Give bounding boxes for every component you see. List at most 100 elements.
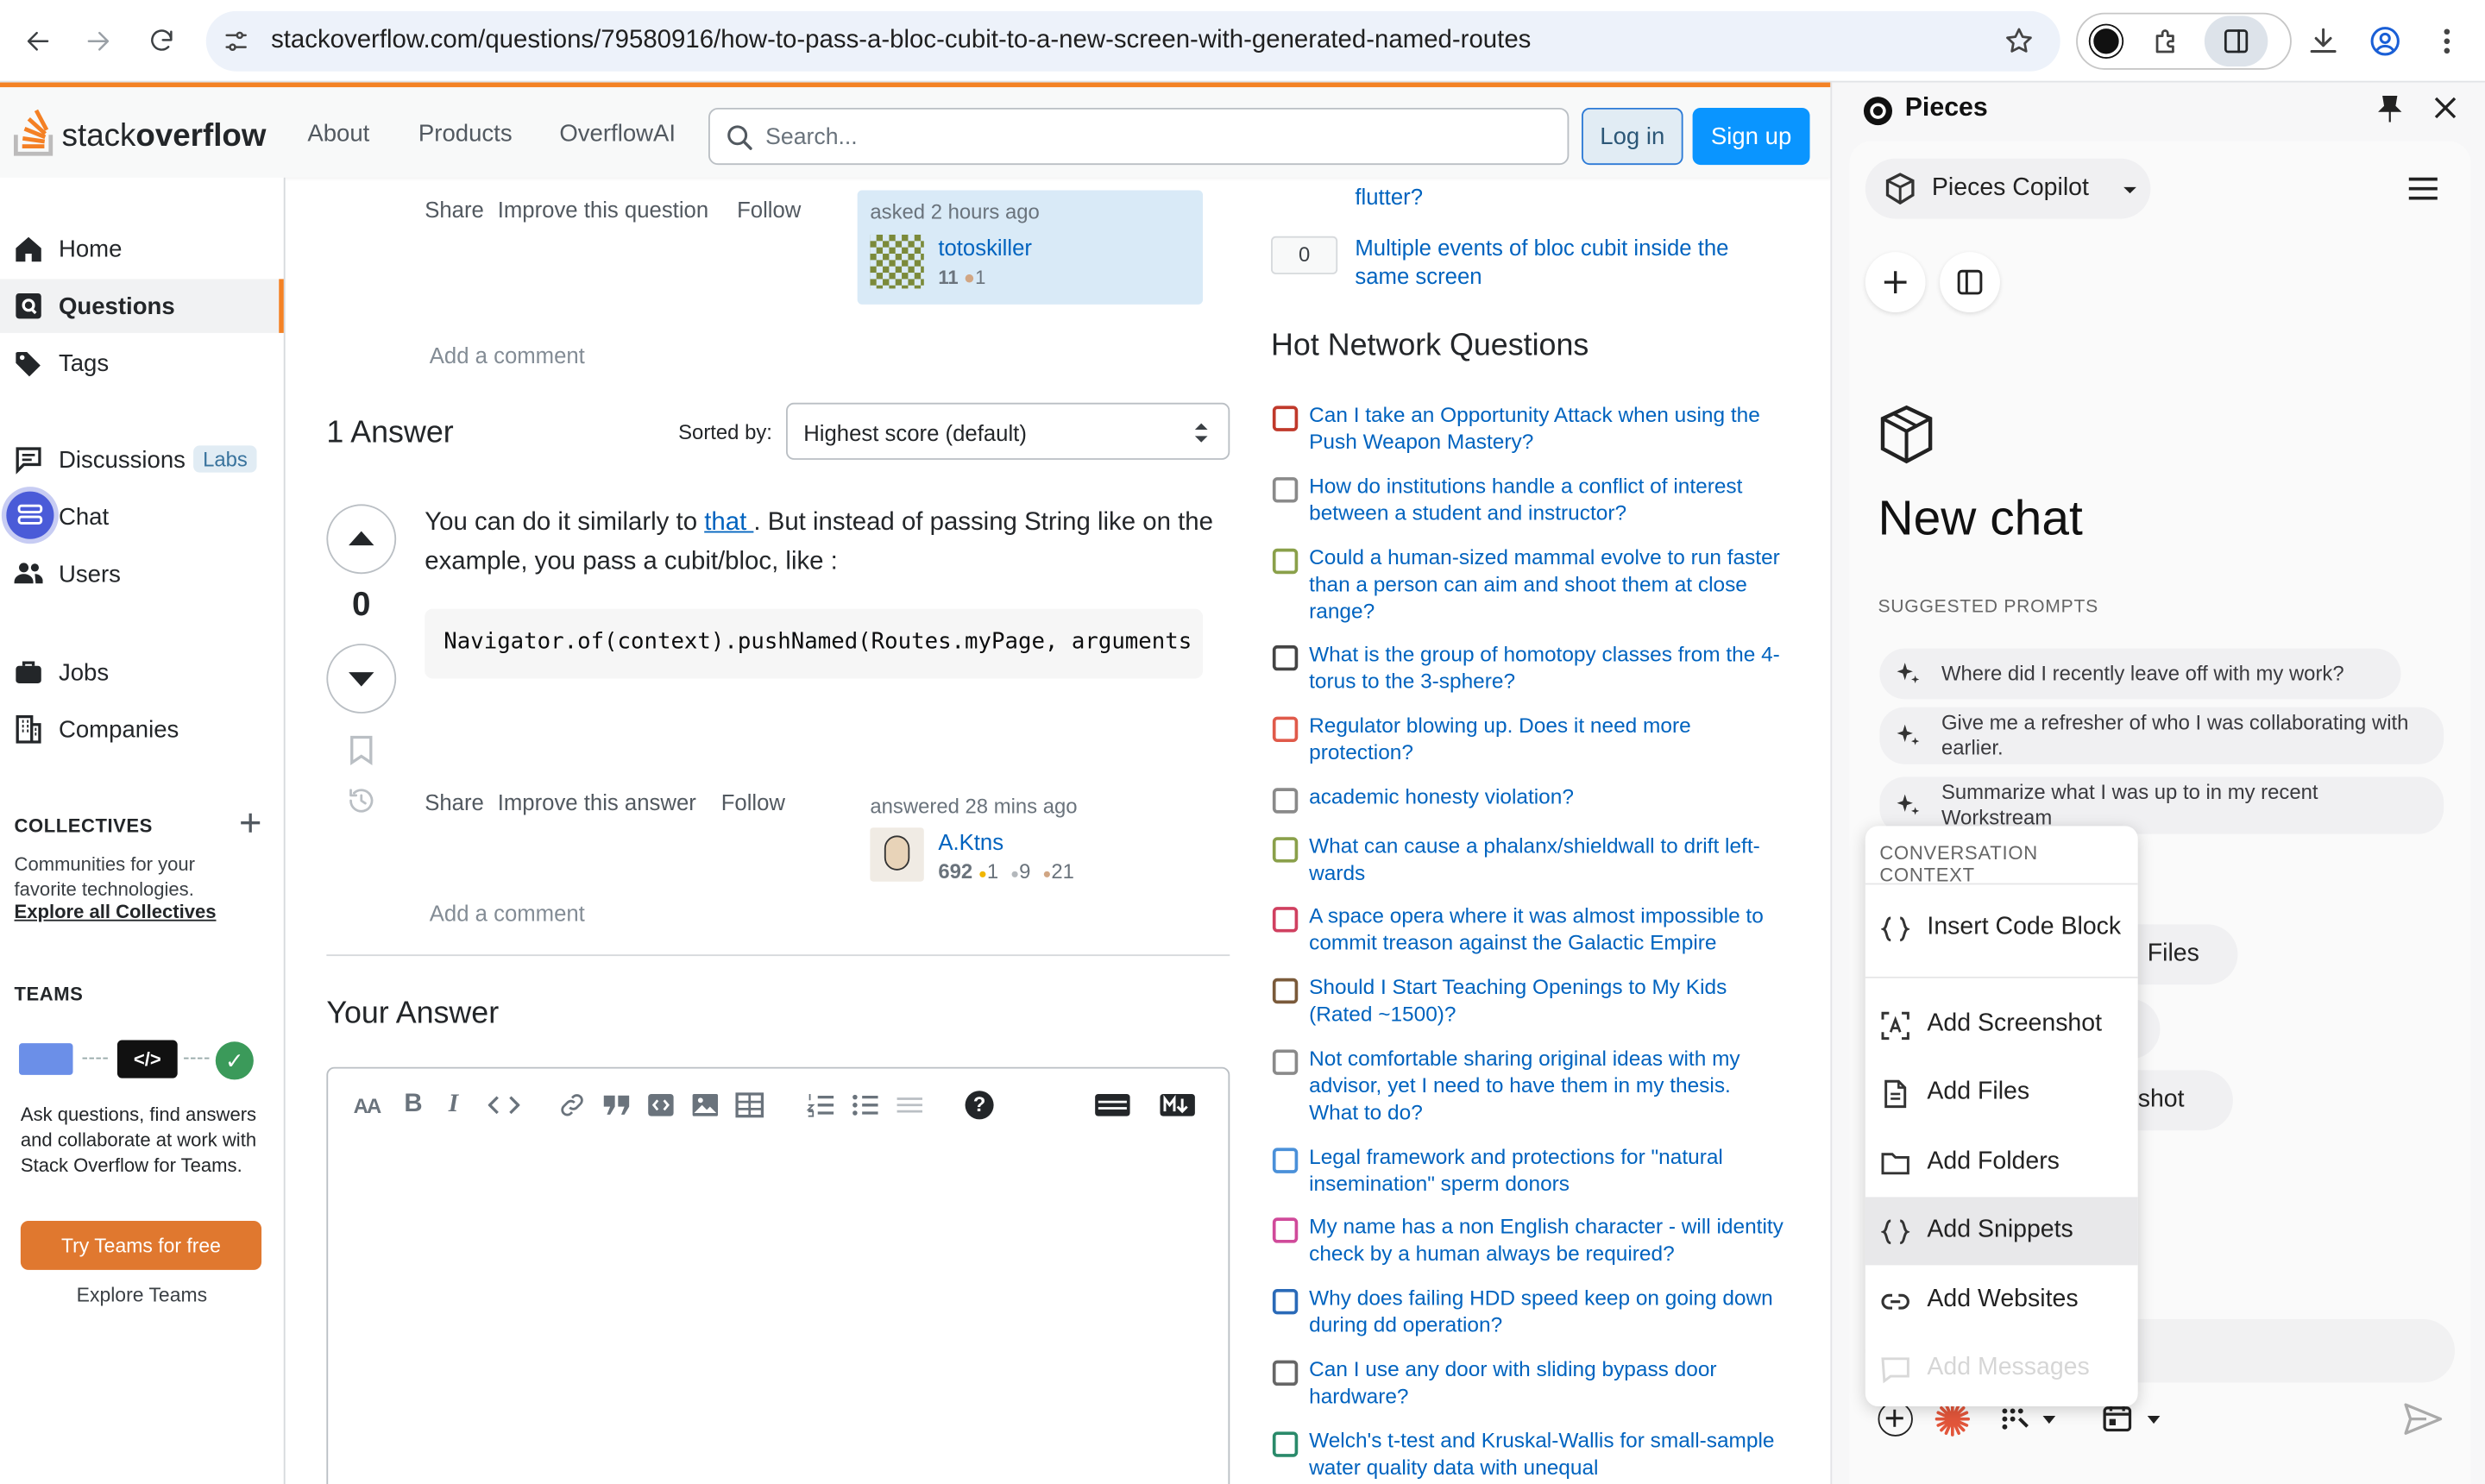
add-collective-plus-icon[interactable] [238,810,263,835]
hot-network-question-link[interactable]: Should I Start Teaching Openings to My K… [1309,973,1784,1027]
code-tool-icon[interactable] [488,1092,520,1117]
address-bar[interactable]: stackoverflow.com/questions/79580916/how… [205,10,2060,72]
site-settings-icon[interactable] [222,27,250,55]
time-range-toggle[interactable] [2103,1403,2166,1435]
heading-tool-icon[interactable]: AA [354,1094,382,1118]
upvote-button[interactable] [326,504,397,575]
italic-tool-icon[interactable]: I [449,1091,458,1119]
code-snippet-tool-icon[interactable] [646,1092,675,1117]
hot-network-question-link[interactable]: Not comfortable sharing original ideas w… [1309,1045,1784,1126]
browser-menu-icon[interactable] [2431,24,2463,59]
image-tool-icon[interactable] [691,1092,720,1117]
follow-answer-link[interactable]: Follow [721,789,785,814]
llm-burst-icon[interactable] [1935,1401,1971,1437]
send-icon[interactable] [2404,1403,2443,1435]
answerer-name[interactable]: A.Ktns [938,829,1003,854]
login-button[interactable]: Log in [1582,107,1683,166]
hot-network-question-link[interactable]: Legal framework and protections for "nat… [1309,1143,1784,1197]
sidebar-item-discussions[interactable]: Discussions Labs [0,433,284,487]
hot-network-question-link[interactable]: Can I use any door with sliding bypass d… [1309,1355,1784,1409]
profile-avatar-icon[interactable] [2368,24,2402,59]
help-icon[interactable]: ? [965,1091,994,1120]
table-tool-icon[interactable] [735,1092,764,1118]
nav-overflowai[interactable]: OverflowAI [559,121,676,148]
model-selector[interactable]: Pieces Copilot [1865,158,2151,219]
hamburger-menu-icon[interactable] [2407,176,2439,201]
stackoverflow-logo[interactable]: stackoverflow [13,103,267,160]
hot-network-question-link[interactable]: A space opera where it was almost imposs… [1309,902,1784,956]
menu-add-files[interactable]: Add Files [1865,1060,2138,1128]
nav-about[interactable]: About [307,121,369,148]
sidebar-item-users[interactable]: Users [0,547,284,601]
share-answer-link[interactable]: Share [425,789,484,814]
markdown-toggle-icon[interactable] [1159,1092,1197,1117]
hot-network-question-link[interactable]: What is the group of homotopy classes fr… [1309,640,1784,694]
try-teams-button[interactable]: Try Teams for free [20,1220,262,1270]
sidebar-item-home[interactable]: Home [0,222,284,275]
downvote-button[interactable] [326,644,397,714]
ltm-toggle[interactable] [2002,1403,2062,1435]
nav-products[interactable]: Products [418,121,513,148]
ordered-list-tool-icon[interactable] [806,1092,835,1117]
answer-link[interactable]: that [704,509,753,536]
improve-answer-link[interactable]: Improve this answer [498,789,696,814]
code-block[interactable]: Navigator.of(context).pushNamed(Routes.m… [425,608,1204,679]
follow-question-link[interactable]: Follow [737,197,801,222]
related-question-partial[interactable]: flutter? [1355,184,1423,209]
history-icon[interactable] [345,785,377,817]
sort-select[interactable]: Highest score (default) [786,402,1230,460]
side-panel-button[interactable] [2204,16,2268,67]
hot-network-question-link[interactable]: academic honesty violation? [1309,783,1784,810]
hot-network-question-link[interactable]: Regulator blowing up. Does it need more … [1309,712,1784,765]
suggested-prompt-1[interactable]: Where did I recently leave off with my w… [1879,648,2401,700]
menu-add-messages[interactable]: Add Messages [1865,1335,2138,1403]
improve-question-link[interactable]: Improve this question [498,197,708,222]
sidebar-item-jobs[interactable]: Jobs [0,645,284,699]
close-panel-icon[interactable] [2434,97,2457,119]
sidebar-item-chat[interactable]: Chat [0,490,284,544]
bookmark-star-icon[interactable] [2004,25,2035,57]
link-tool-icon[interactable] [558,1091,587,1119]
menu-insert-code-block[interactable]: Insert Code Block [1865,894,2138,962]
explore-teams-link[interactable]: Explore Teams [0,1284,284,1306]
hot-network-question-link[interactable]: What can cause a phalanx/shieldwall to d… [1309,833,1784,886]
sidebar-item-companies[interactable]: Companies [0,702,284,756]
add-context-button[interactable] [1878,1401,1913,1437]
extensions-puzzle-icon[interactable] [2150,25,2182,57]
signup-button[interactable]: Sign up [1692,107,1810,166]
answerer-avatar[interactable] [870,827,924,882]
answer-editor[interactable]: AA B I ? [326,1066,1230,1484]
menu-add-screenshot[interactable]: Add Screenshot [1865,991,2138,1060]
asker-avatar[interactable] [870,234,924,289]
menu-add-snippets[interactable]: Add Snippets [1865,1197,2138,1266]
download-icon[interactable] [2306,24,2340,59]
pieces-extension-icon[interactable] [2090,25,2123,58]
add-comment-answer[interactable]: Add a comment [430,901,585,926]
explore-collectives-link[interactable]: Explore all Collectives [15,901,217,923]
hot-network-question-link[interactable]: How do institutions handle a conflict of… [1309,473,1784,526]
back-icon[interactable] [16,19,60,63]
bulleted-list-tool-icon[interactable] [851,1092,879,1117]
toggle-sidebar-button[interactable] [1940,252,2000,313]
sidebar-item-questions[interactable]: Questions [0,279,284,333]
bookmark-icon[interactable] [347,734,375,766]
new-chat-plus-button[interactable] [1865,252,1926,313]
hot-network-question-link[interactable]: My name has a non English character - wi… [1309,1213,1784,1267]
menu-add-websites[interactable]: Add Websites [1865,1267,2138,1335]
quote-tool-icon[interactable] [602,1092,631,1117]
reload-icon[interactable] [140,19,184,63]
horizontal-rule-tool-icon[interactable] [896,1092,924,1117]
add-comment-question[interactable]: Add a comment [430,343,585,368]
sidebar-item-tags[interactable]: Tags [0,336,284,390]
hot-network-question-link[interactable]: Can I take an Opportunity Attack when us… [1309,401,1784,455]
site-search-input[interactable]: Search... [708,107,1570,166]
forward-icon[interactable] [76,19,120,63]
side-by-side-preview-icon[interactable] [1093,1092,1131,1117]
hot-network-question-link[interactable]: Why does failing HDD speed keep on going… [1309,1284,1784,1337]
share-question-link[interactable]: Share [425,197,484,222]
bold-tool-icon[interactable]: B [404,1091,422,1119]
menu-add-folders[interactable]: Add Folders [1865,1129,2138,1197]
pin-icon[interactable] [2377,95,2402,123]
asker-name[interactable]: totoskiller [938,235,1032,260]
hot-network-question-link[interactable]: Could a human-sized mammal evolve to run… [1309,544,1784,625]
